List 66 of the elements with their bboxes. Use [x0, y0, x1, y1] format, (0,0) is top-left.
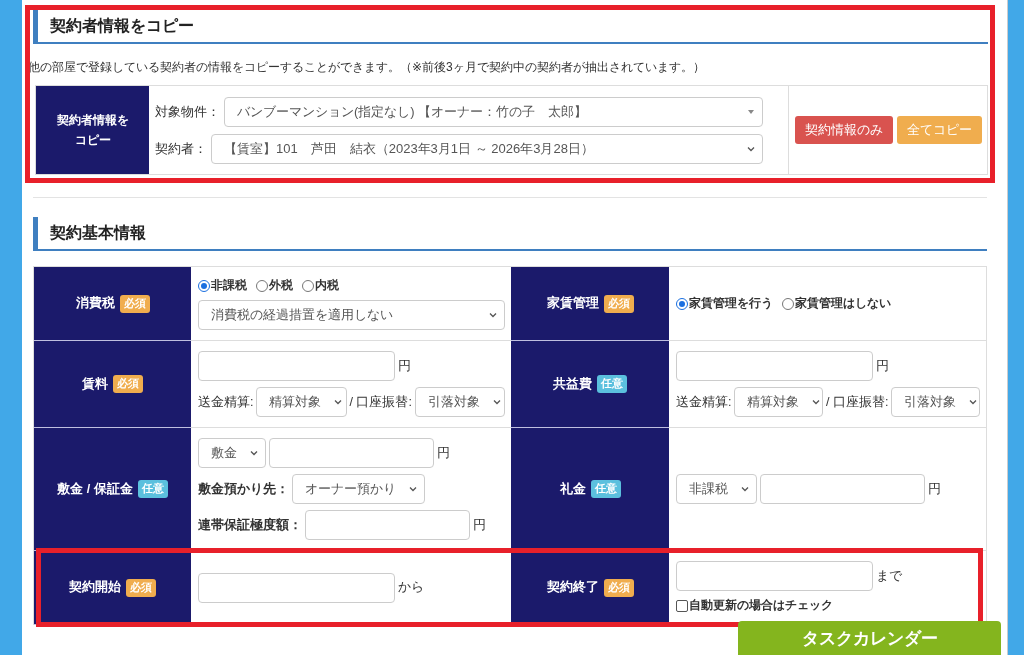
radio-option[interactable]: 家賃管理はしない — [782, 295, 891, 312]
caret-icon — [488, 310, 498, 320]
field-label: 消費税 — [75, 295, 115, 312]
unit-label: まで — [876, 567, 902, 585]
field-label: 契約者情報をコピー — [55, 111, 130, 149]
copy-button[interactable]: 契約情報のみ — [794, 116, 893, 144]
field-label: 契約者： — [155, 139, 207, 158]
select-field[interactable]: 敷金 — [198, 438, 266, 468]
select-field[interactable]: 引落対象 — [891, 387, 980, 417]
text-field[interactable] — [198, 351, 395, 381]
required-tag: 必須 — [113, 375, 143, 393]
radio-option[interactable]: 家賃管理を行う — [676, 295, 773, 312]
select-field[interactable]: 引落対象 — [414, 387, 505, 417]
select-field[interactable]: 非課税 — [676, 474, 757, 504]
select-field[interactable]: 【賃室】101 芦田 結衣（2023年3月1日 ～ 2026年3月28日） — [211, 133, 763, 164]
unit-label: 円 — [398, 357, 411, 375]
select-field[interactable]: 消費税の経過措置を適用しない — [198, 300, 505, 330]
radio-option[interactable]: 内税 — [302, 277, 339, 294]
caret-icon — [249, 448, 259, 458]
field-label: 連帯保証極度額： — [198, 516, 302, 534]
required-tag: 必須 — [603, 578, 634, 597]
unit-label: 円 — [928, 480, 941, 498]
select-field[interactable]: 精算対象 — [734, 387, 824, 417]
caret-icon — [408, 484, 418, 494]
radio-option[interactable]: 非課税 — [198, 277, 247, 294]
caret-icon — [333, 397, 344, 407]
text-field[interactable] — [269, 438, 434, 468]
field-label: 礼金 — [559, 480, 586, 498]
optional-tag: 任意 — [597, 375, 627, 393]
field-label: 家賃管理 — [546, 295, 599, 312]
field-label: 契約終了 — [546, 579, 599, 596]
required-tag: 必須 — [119, 294, 150, 313]
caret-icon — [968, 397, 979, 407]
field-label: / 口座振替: — [826, 393, 889, 411]
field-label: 賃料 — [82, 375, 108, 393]
field-label: 対象物件： — [155, 102, 220, 121]
caret-icon — [491, 397, 502, 407]
section-title: 契約者情報をコピー — [33, 10, 194, 42]
text-field[interactable] — [198, 572, 395, 603]
unit-label: 円 — [876, 357, 889, 375]
field-label: 送金精算: — [198, 393, 254, 411]
unit-label: 円 — [473, 516, 486, 534]
text-field[interactable] — [760, 474, 925, 504]
field-label: / 口座振替: — [349, 393, 412, 411]
caret-icon — [740, 484, 750, 494]
optional-tag: 任意 — [590, 480, 621, 498]
required-tag: 必須 — [126, 578, 156, 597]
field-label: 契約開始 — [69, 579, 121, 596]
field-label: 敷金預かり先： — [198, 480, 289, 498]
select-field[interactable]: オーナー預かり — [292, 474, 425, 504]
required-tag: 必須 — [603, 294, 634, 313]
caret-icon — [811, 397, 822, 407]
optional-tag: 任意 — [137, 480, 168, 498]
unit-label: から — [398, 579, 424, 596]
unit-label: 円 — [437, 444, 450, 462]
select-field[interactable]: バンブーマンション(指定なし) 【オーナー：竹の子 太郎】 — [224, 96, 763, 127]
field-label: 送金精算: — [676, 393, 732, 411]
field-label: 敷金 / 保証金 — [57, 480, 133, 498]
text-field[interactable] — [676, 561, 873, 591]
text-field[interactable] — [305, 510, 470, 540]
field-label: 共益費 — [553, 375, 592, 393]
section-title: 契約基本情報 — [33, 217, 146, 249]
checkbox-option[interactable]: 自動更新の場合はチェック — [676, 597, 833, 614]
text-field[interactable] — [676, 351, 873, 381]
radio-option[interactable]: 外税 — [256, 277, 293, 294]
select-field[interactable]: 精算対象 — [256, 387, 347, 417]
